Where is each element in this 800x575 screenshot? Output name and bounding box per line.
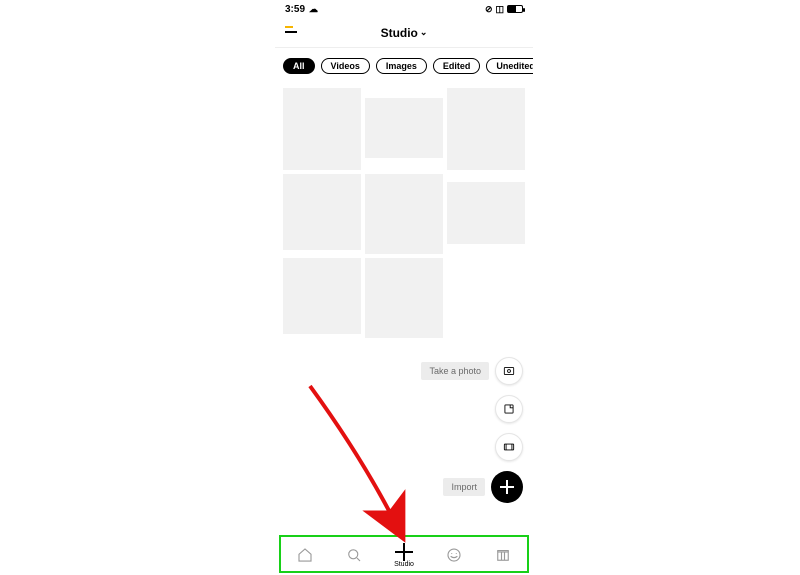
signal-icon: ◫ (495, 4, 504, 15)
media-thumbnail[interactable] (365, 98, 443, 158)
top-bar: Studio ⌄ (275, 18, 533, 48)
media-grid (275, 82, 533, 344)
face-icon (445, 546, 463, 564)
filter-videos[interactable]: Videos (321, 58, 370, 74)
media-thumbnail[interactable] (365, 258, 443, 338)
fab-camera-button[interactable] (495, 357, 523, 385)
home-icon (296, 546, 314, 564)
filter-all[interactable]: All (283, 58, 315, 74)
fab-note-button[interactable] (495, 395, 523, 423)
filter-images[interactable]: Images (376, 58, 427, 74)
media-thumbnail[interactable] (447, 182, 525, 244)
media-thumbnail[interactable] (283, 174, 361, 250)
media-thumbnail[interactable] (283, 258, 361, 334)
nav-face[interactable] (445, 546, 463, 564)
menu-button[interactable] (285, 26, 297, 33)
fab-film-button[interactable] (495, 433, 523, 461)
media-thumbnail[interactable] (283, 88, 361, 170)
filter-chips: All Videos Images Edited Unedited P (275, 48, 533, 82)
camera-icon (502, 364, 516, 378)
nav-studio-label: Studio (394, 561, 414, 568)
filter-edited[interactable]: Edited (433, 58, 481, 74)
chevron-down-icon: ⌄ (420, 27, 428, 38)
status-time: 3:59 (285, 4, 305, 15)
film-icon (502, 440, 516, 454)
nav-store[interactable] (494, 546, 512, 564)
fab-label-take-photo: Take a photo (421, 362, 489, 380)
store-icon (494, 546, 512, 564)
battery-icon (507, 5, 523, 13)
media-thumbnail[interactable] (365, 174, 443, 254)
cloud-icon: ☁ (309, 4, 318, 15)
status-bar: 3:59 ☁ ⊘ ◫ (275, 0, 533, 18)
wifi-icon: ⊘ (485, 4, 493, 15)
fab-label-import: Import (443, 478, 485, 496)
bottom-nav: Studio (279, 535, 529, 573)
nav-studio[interactable]: Studio (394, 543, 414, 568)
fab-add-button[interactable] (491, 471, 523, 503)
filter-unedited[interactable]: Unedited (486, 58, 533, 74)
nav-home[interactable] (296, 546, 314, 564)
nav-search[interactable] (345, 546, 363, 564)
note-icon (502, 402, 516, 416)
media-thumbnail[interactable] (447, 88, 525, 170)
title-dropdown[interactable]: Studio ⌄ (381, 26, 428, 40)
phone-frame: 3:59 ☁ ⊘ ◫ Studio ⌄ All Videos Images Ed… (275, 0, 533, 575)
plus-icon (395, 543, 413, 561)
fab-menu: Take a photo Import (421, 357, 523, 503)
page-title: Studio (381, 26, 418, 40)
search-icon (345, 546, 363, 564)
